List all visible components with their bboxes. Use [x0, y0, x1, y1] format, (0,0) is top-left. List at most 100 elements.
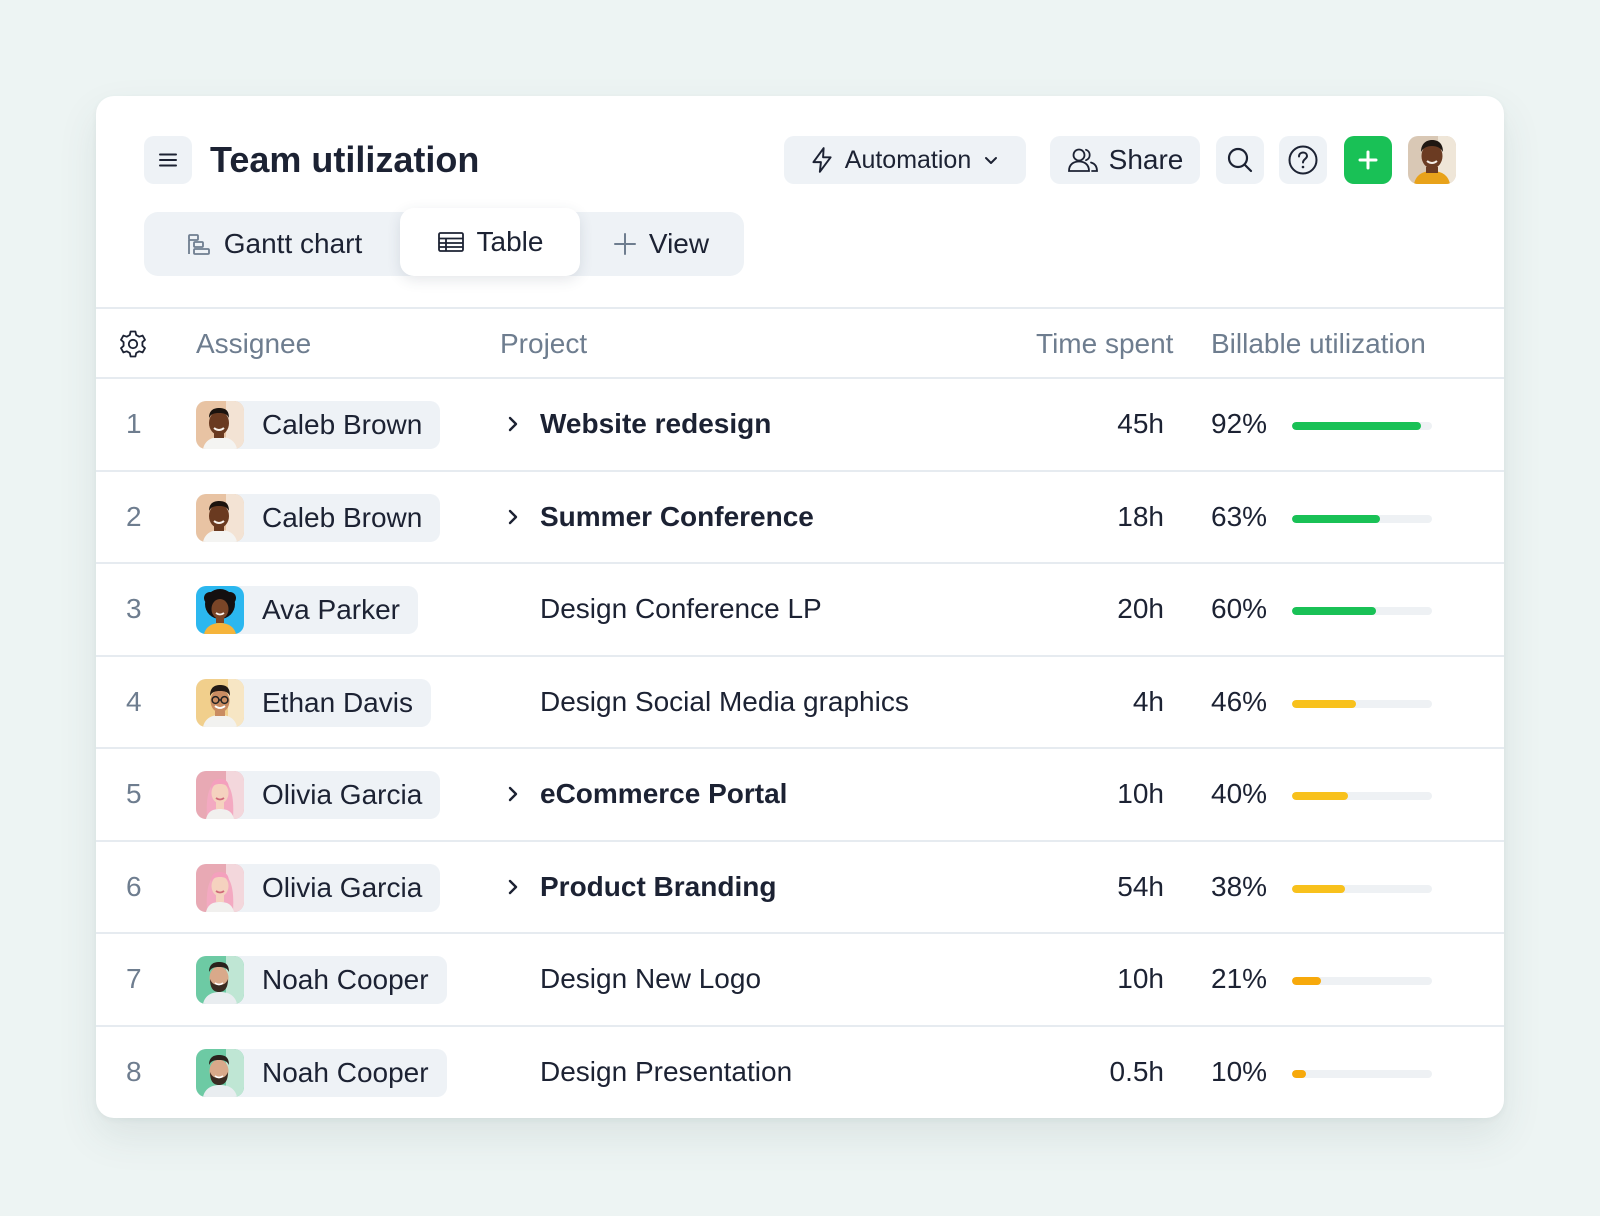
- avatar: [196, 863, 244, 912]
- share-button[interactable]: Share: [1050, 136, 1200, 184]
- user-avatar-icon: [1408, 136, 1456, 184]
- row-number: 1: [126, 408, 142, 439]
- assignee-chip[interactable]: Olivia Garcia: [196, 863, 441, 912]
- tab-add-view[interactable]: View: [600, 212, 722, 276]
- menu-button[interactable]: [144, 136, 192, 184]
- assignee-chip[interactable]: Caleb Brown: [196, 493, 441, 542]
- tab-gantt-label: Gantt chart: [223, 228, 363, 259]
- time-spent: 54h: [1117, 870, 1164, 902]
- table-row[interactable]: 8 Noah Cooper Design Presentation 0.5h 1…: [96, 1027, 1504, 1119]
- table-row[interactable]: 6 Olivia Garcia Product Branding 54h 38%: [96, 842, 1504, 934]
- time-spent: 18h: [1117, 500, 1164, 532]
- row-number: 5: [126, 778, 142, 809]
- project-name[interactable]: Design Conference LP: [540, 564, 822, 654]
- column-header-assignee[interactable]: Assignee: [196, 309, 311, 379]
- tab-gantt-chart[interactable]: Gantt chart: [176, 212, 372, 276]
- row-number: 8: [126, 1055, 142, 1087]
- automation-dropdown[interactable]: Automation: [784, 136, 1026, 184]
- table-row[interactable]: 3 Ava Parker Design Conference LP 20h 60…: [96, 564, 1504, 657]
- column-header-time-spent[interactable]: Time spent: [1036, 309, 1173, 379]
- table-body: 1 Caleb Brown Website redesign 45h 92% 2…: [96, 379, 1504, 1118]
- project-name[interactable]: Design Social Media graphics: [540, 657, 909, 747]
- lightning-icon: [812, 147, 832, 173]
- chevron-right-icon: [508, 879, 518, 894]
- row-number: 4: [126, 685, 142, 717]
- automation-label: Automation: [844, 145, 972, 174]
- assignee-chip[interactable]: Noah Cooper: [196, 956, 447, 1004]
- help-icon: [1288, 145, 1318, 175]
- table-row[interactable]: 4 Ethan Davis Design Social Media graphi…: [96, 657, 1504, 749]
- view-tabs: Gantt chart Table View: [144, 208, 744, 276]
- billable-progress-bar: [1292, 792, 1432, 800]
- billable-progress-bar: [1292, 607, 1432, 615]
- expand-toggle[interactable]: [504, 842, 522, 932]
- avatar: [196, 586, 244, 634]
- chevron-right-icon: [508, 786, 518, 802]
- time-spent: 10h: [1117, 778, 1164, 809]
- project-name[interactable]: Design Presentation: [540, 1027, 792, 1117]
- column-header-project[interactable]: Project: [500, 309, 587, 379]
- page-title: Team utilization: [210, 139, 480, 180]
- assignee-name: Caleb Brown: [262, 409, 423, 440]
- expand-toggle[interactable]: [504, 379, 522, 469]
- billable-percent: 60%: [1211, 593, 1268, 624]
- table-settings-button[interactable]: [118, 309, 148, 379]
- user-avatar[interactable]: [1408, 136, 1456, 184]
- table-header: Assignee Project Time spent Billable uti…: [96, 307, 1504, 379]
- row-number: 7: [126, 963, 142, 994]
- help-button[interactable]: [1279, 136, 1327, 184]
- assignee-chip[interactable]: Caleb Brown: [196, 401, 441, 449]
- users-icon: [1067, 148, 1098, 172]
- assignee-name: Ava Parker: [262, 594, 400, 625]
- gantt-icon: [187, 234, 210, 255]
- project-name[interactable]: Design New Logo: [540, 934, 761, 1024]
- project-name[interactable]: Summer Conference: [540, 472, 814, 562]
- avatar: [196, 678, 244, 727]
- project-name[interactable]: eCommerce Portal: [540, 749, 787, 839]
- billable-progress-fill: [1292, 1069, 1306, 1078]
- column-header-billable-utilization[interactable]: Billable utilization: [1211, 309, 1426, 379]
- assignee-chip[interactable]: Ava Parker: [196, 586, 418, 634]
- hamburger-icon: [159, 153, 177, 167]
- search-button[interactable]: [1216, 136, 1264, 184]
- row-number: 6: [126, 870, 142, 902]
- table-row[interactable]: 5 Olivia Garcia eCommerce Portal 10h 40%: [96, 749, 1504, 842]
- table-row[interactable]: 2 Caleb Brown Summer Conference 18h 63%: [96, 472, 1504, 564]
- expand-toggle[interactable]: [504, 472, 522, 562]
- billable-progress-bar: [1292, 514, 1432, 523]
- billable-progress-bar: [1292, 884, 1432, 893]
- time-spent: 0.5h: [1109, 1055, 1165, 1087]
- project-name[interactable]: Product Branding: [540, 842, 776, 932]
- assignee-name: Noah Cooper: [262, 1056, 429, 1088]
- billable-percent: 63%: [1211, 500, 1268, 532]
- assignee-chip[interactable]: Noah Cooper: [196, 1048, 447, 1097]
- table-row[interactable]: 7 Noah Cooper Design New Logo 10h 21%: [96, 934, 1504, 1027]
- plus-icon: [1358, 150, 1378, 170]
- chevron-right-icon: [508, 416, 518, 432]
- tab-view-label: View: [648, 228, 710, 259]
- tab-table-label: Table: [476, 226, 544, 257]
- assignee-name: Olivia Garcia: [262, 871, 423, 903]
- assignee-chip[interactable]: Olivia Garcia: [196, 771, 441, 819]
- assignee-name: Olivia Garcia: [262, 779, 423, 810]
- billable-progress-fill: [1292, 977, 1322, 985]
- billable-percent: 40%: [1211, 778, 1268, 809]
- expand-toggle[interactable]: [504, 749, 522, 839]
- billable-percent: 10%: [1211, 1055, 1268, 1087]
- search-icon: [1227, 147, 1253, 173]
- table-row[interactable]: 1 Caleb Brown Website redesign 45h 92%: [96, 379, 1504, 472]
- time-spent: 4h: [1132, 685, 1164, 717]
- assignee-chip[interactable]: Ethan Davis: [196, 678, 431, 727]
- avatar: [196, 401, 244, 449]
- add-button[interactable]: [1344, 136, 1392, 184]
- time-spent: 45h: [1117, 408, 1164, 439]
- chevron-down-icon: [985, 157, 998, 164]
- assignee-name: Noah Cooper: [262, 964, 429, 995]
- billable-percent: 38%: [1211, 870, 1268, 902]
- row-number: 2: [126, 500, 142, 532]
- table-icon: [437, 232, 464, 252]
- project-name[interactable]: Website redesign: [540, 379, 771, 469]
- tab-table[interactable]: Table: [400, 208, 580, 276]
- billable-progress-fill: [1292, 514, 1381, 523]
- billable-progress-fill: [1292, 792, 1348, 800]
